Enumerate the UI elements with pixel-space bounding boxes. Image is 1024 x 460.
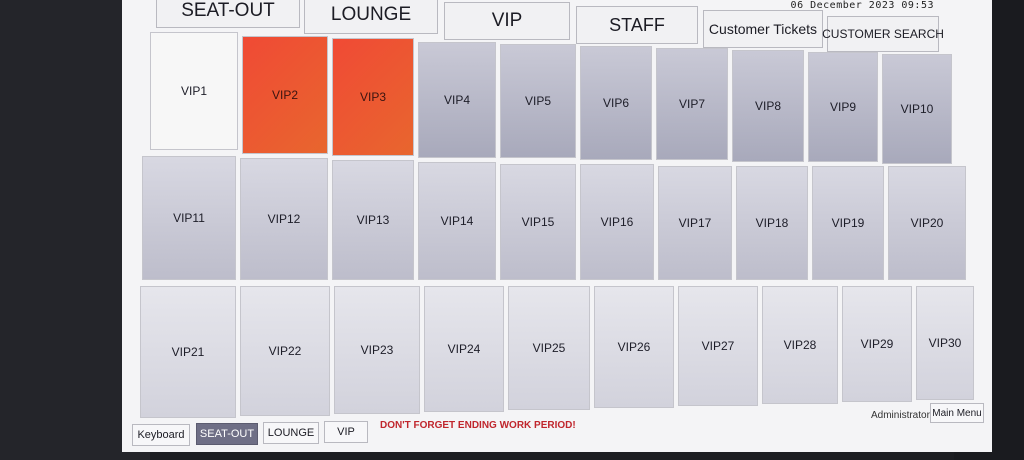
tab-label: LOUNGE: [330, 4, 412, 25]
table-button[interactable]: VIP4: [418, 42, 496, 158]
bottom-bar: Keyboard SEAT-OUT LOUNGE VIP DON'T FORGE…: [122, 403, 992, 452]
table-label: VIP25: [532, 341, 566, 355]
work-period-warning: DON'T FORGET ENDING WORK PERIOD!: [380, 420, 576, 431]
tab-label: SEAT-OUT: [181, 0, 275, 21]
table-button[interactable]: VIP27: [678, 286, 758, 406]
table-button[interactable]: VIP23: [334, 286, 420, 414]
table-button[interactable]: VIP17: [658, 166, 732, 280]
table-button[interactable]: VIP10: [882, 54, 952, 164]
table-label: VIP23: [360, 343, 394, 357]
table-label: VIP26: [617, 340, 651, 354]
keyboard-button[interactable]: Keyboard: [132, 424, 190, 446]
table-label: VIP29: [860, 337, 894, 351]
lounge-button[interactable]: LOUNGE: [263, 422, 319, 444]
button-label: LOUNGE: [267, 427, 315, 439]
table-button[interactable]: VIP12: [240, 158, 328, 280]
table-button[interactable]: VIP16: [580, 164, 654, 280]
table-button[interactable]: VIP20: [888, 166, 966, 280]
table-button[interactable]: VIP30: [916, 286, 974, 400]
table-button[interactable]: VIP8: [732, 50, 804, 162]
table-label: VIP18: [755, 216, 789, 230]
table-label: VIP14: [440, 214, 474, 228]
tab-label: VIP: [491, 10, 523, 31]
table-button[interactable]: VIP19: [812, 166, 884, 280]
table-label: VIP13: [356, 213, 390, 227]
main-menu-button[interactable]: Main Menu: [930, 403, 984, 423]
table-button[interactable]: VIP21: [140, 286, 236, 418]
button-label: SEAT-OUT: [199, 428, 255, 440]
button-label: VIP: [337, 426, 355, 438]
table-button[interactable]: VIP2: [242, 36, 328, 154]
date-time-display: 06 December 2023 09:53: [790, 0, 934, 11]
table-button[interactable]: VIP26: [594, 286, 674, 408]
table-label: VIP15: [521, 215, 555, 229]
table-label: VIP16: [600, 215, 634, 229]
table-label: VIP1: [180, 84, 207, 98]
table-label: VIP27: [701, 339, 735, 353]
seat-out-button[interactable]: SEAT-OUT: [196, 423, 258, 445]
table-label: VIP21: [171, 345, 205, 359]
table-label: VIP12: [267, 212, 301, 226]
table-label: VIP11: [173, 211, 205, 225]
table-button[interactable]: VIP9: [808, 52, 878, 162]
pos-screen: SEAT-OUT LOUNGE VIP STAFF Customer Ticke…: [122, 0, 992, 452]
table-button[interactable]: VIP3: [332, 38, 414, 156]
table-button[interactable]: VIP24: [424, 286, 504, 412]
table-label: VIP5: [524, 94, 551, 108]
table-button[interactable]: VIP14: [418, 162, 496, 280]
table-label: VIP22: [268, 344, 302, 358]
table-label: VIP9: [829, 100, 856, 114]
table-button[interactable]: VIP29: [842, 286, 912, 402]
table-button[interactable]: VIP7: [656, 48, 728, 160]
button-label: Keyboard: [137, 429, 185, 441]
table-label: VIP2: [271, 88, 298, 102]
table-button[interactable]: VIP1: [150, 32, 238, 150]
table-label: VIP20: [910, 216, 944, 230]
current-user: Administrator: [871, 410, 930, 421]
table-label: VIP10: [900, 102, 934, 116]
table-label: VIP8: [754, 99, 781, 113]
tab-seat-out[interactable]: SEAT-OUT: [156, 0, 300, 28]
table-grid: VIP1 VIP2 VIP3 VIP4 VIP5 VIP6 VIP7 VIP8 …: [134, 30, 984, 422]
table-label: VIP6: [602, 96, 629, 110]
table-button[interactable]: VIP22: [240, 286, 330, 416]
table-button[interactable]: VIP28: [762, 286, 838, 404]
table-label: VIP24: [447, 342, 481, 356]
table-label: VIP17: [678, 216, 712, 230]
tab-lounge[interactable]: LOUNGE: [304, 0, 438, 34]
table-label: VIP28: [783, 338, 817, 352]
vip-button[interactable]: VIP: [324, 421, 368, 443]
table-button[interactable]: VIP11: [142, 156, 236, 280]
table-button[interactable]: VIP13: [332, 160, 414, 280]
table-label: VIP30: [928, 336, 962, 350]
table-label: VIP7: [678, 97, 705, 111]
table-label: VIP4: [443, 93, 470, 107]
table-button[interactable]: VIP18: [736, 166, 808, 280]
table-button[interactable]: VIP15: [500, 164, 576, 280]
table-label: VIP3: [359, 90, 386, 104]
table-label: VIP19: [831, 216, 865, 230]
table-button[interactable]: VIP6: [580, 46, 652, 160]
table-button[interactable]: VIP25: [508, 286, 590, 410]
button-label: Main Menu: [932, 407, 982, 419]
table-button[interactable]: VIP5: [500, 44, 576, 158]
